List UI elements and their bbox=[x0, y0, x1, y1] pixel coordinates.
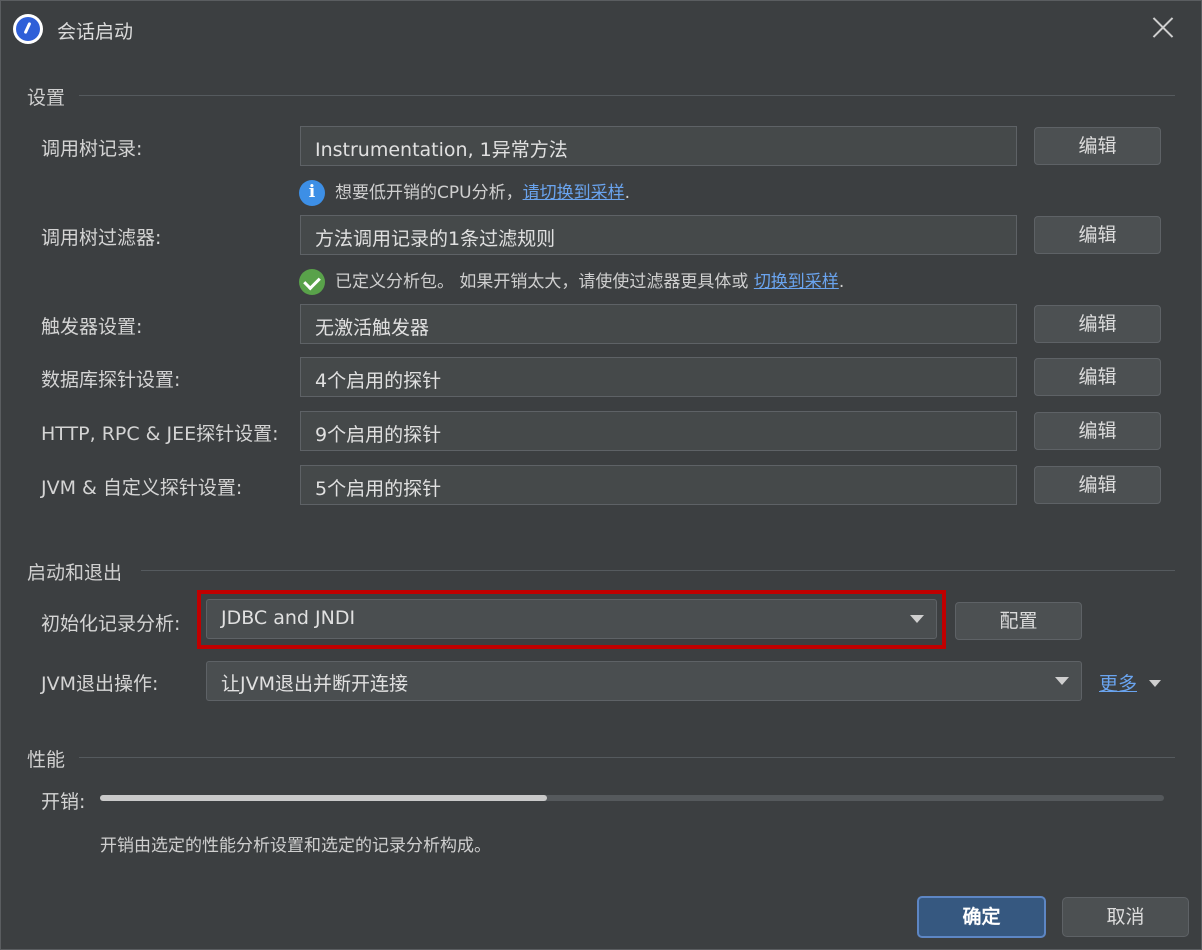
edit-http-rpc-jee-probe-button[interactable]: 编辑 bbox=[1034, 412, 1161, 450]
overhead-bar-fill bbox=[100, 795, 547, 801]
trigger-settings-label: 触发器设置: bbox=[41, 316, 143, 338]
section-startup-title: 启动和退出 bbox=[27, 562, 123, 584]
edit-call-tree-filter-button[interactable]: 编辑 bbox=[1034, 216, 1161, 254]
section-divider bbox=[79, 95, 1175, 96]
edit-jvm-custom-probe-button[interactable]: 编辑 bbox=[1034, 466, 1161, 504]
edit-trigger-settings-button[interactable]: 编辑 bbox=[1034, 305, 1161, 343]
database-probe-label: 数据库探针设置: bbox=[41, 369, 181, 391]
info-icon bbox=[299, 180, 325, 206]
overhead-label: 开销: bbox=[41, 791, 86, 813]
http-rpc-jee-probe-field: 9个启用的探针 bbox=[300, 411, 1017, 451]
chevron-down-icon bbox=[1055, 677, 1069, 685]
window-title: 会话启动 bbox=[57, 21, 134, 43]
call-tree-recording-value: Instrumentation, 1异常方法 bbox=[315, 139, 568, 161]
cpu-hint: 想要低开销的CPU分析，请切换到采样. bbox=[299, 178, 630, 206]
database-probe-field: 4个启用的探针 bbox=[300, 357, 1017, 397]
switch-to-sampling-link-2[interactable]: 切换到采样 bbox=[754, 272, 839, 292]
cancel-button[interactable]: 取消 bbox=[1062, 897, 1189, 937]
call-tree-recording-label: 调用树记录: bbox=[41, 138, 143, 160]
overhead-description: 开销由选定的性能分析设置和选定的记录分析构成。 bbox=[100, 836, 491, 856]
configure-button[interactable]: 配置 bbox=[955, 602, 1082, 640]
call-tree-filter-value: 方法调用记录的1条过滤规则 bbox=[315, 228, 556, 250]
trigger-settings-field: 无激活触发器 bbox=[300, 304, 1017, 344]
filter-hint: 已定义分析包。 如果开销太大，请使使过滤器更具体或 切换到采样. bbox=[299, 267, 844, 295]
call-tree-recording-field: Instrumentation, 1异常方法 bbox=[300, 126, 1017, 166]
section-performance-title: 性能 bbox=[27, 749, 66, 771]
overhead-bar bbox=[100, 795, 1164, 801]
section-settings-title: 设置 bbox=[27, 87, 66, 109]
more-link[interactable]: 更多 bbox=[1099, 669, 1137, 696]
initial-recording-label: 初始化记录分析: bbox=[41, 613, 181, 635]
check-icon bbox=[299, 269, 325, 295]
jvm-custom-probe-value: 5个启用的探针 bbox=[315, 478, 442, 500]
highlight-frame bbox=[197, 590, 946, 649]
database-probe-value: 4个启用的探针 bbox=[315, 370, 442, 392]
jvm-custom-probe-field: 5个启用的探针 bbox=[300, 465, 1017, 505]
call-tree-filter-label: 调用树过滤器: bbox=[41, 227, 162, 249]
more-dropdown-icon[interactable] bbox=[1149, 680, 1161, 687]
jvm-custom-probe-label: JVM & 自定义探针设置: bbox=[41, 477, 243, 499]
trigger-settings-value: 无激活触发器 bbox=[315, 317, 430, 339]
edit-call-tree-recording-button[interactable]: 编辑 bbox=[1034, 127, 1161, 165]
section-divider bbox=[141, 570, 1175, 571]
switch-to-sampling-link[interactable]: 请切换到采样 bbox=[523, 183, 625, 203]
ok-button[interactable]: 确定 bbox=[917, 896, 1046, 938]
cpu-hint-text: 想要低开销的CPU分析， bbox=[335, 183, 523, 203]
filter-hint-suffix: . bbox=[838, 272, 845, 292]
call-tree-filter-field: 方法调用记录的1条过滤规则 bbox=[300, 215, 1017, 255]
session-startup-dialog: 会话启动 设置 调用树记录: Instrumentation, 1异常方法 编辑… bbox=[0, 0, 1202, 950]
jvm-exit-action-label: JVM退出操作: bbox=[41, 673, 159, 695]
http-rpc-jee-probe-value: 9个启用的探针 bbox=[315, 424, 442, 446]
http-rpc-jee-probe-label: HTTP, RPC & JEE探针设置: bbox=[41, 423, 279, 445]
jvm-exit-action-select[interactable]: 让JVM退出并断开连接 bbox=[206, 661, 1082, 701]
filter-hint-text: 已定义分析包。 如果开销太大，请使使过滤器更具体或 bbox=[335, 272, 754, 292]
title-bar: 会话启动 bbox=[1, 1, 1201, 57]
section-divider bbox=[79, 757, 1175, 758]
cpu-hint-suffix: . bbox=[624, 183, 630, 203]
edit-database-probe-button[interactable]: 编辑 bbox=[1034, 358, 1161, 396]
jvm-exit-action-value: 让JVM退出并断开连接 bbox=[221, 673, 408, 695]
close-icon[interactable] bbox=[1151, 15, 1175, 39]
app-logo-icon bbox=[13, 14, 43, 44]
